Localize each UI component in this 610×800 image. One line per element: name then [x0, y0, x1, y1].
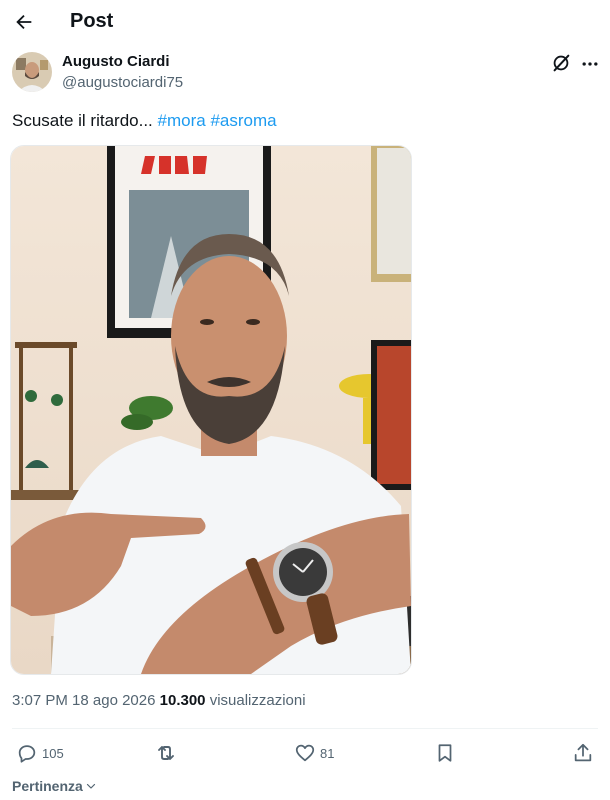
more-options-button[interactable]: [578, 52, 602, 76]
retweet-icon: [158, 746, 174, 760]
views-count: 10.300: [159, 692, 206, 709]
bookmark-button[interactable]: [434, 740, 456, 766]
retweet-button[interactable]: [154, 740, 178, 766]
views-label: visualizzazioni: [209, 692, 306, 709]
tweet-date[interactable]: 18 ago 2026: [72, 692, 155, 709]
tweet-body: Scusate il ritardo...: [12, 111, 153, 130]
author-handle[interactable]: @augustociardi75: [62, 74, 183, 91]
action-bar: 105 81: [0, 730, 610, 776]
replies-sort-dropdown[interactable]: Pertinenza: [12, 778, 97, 794]
grok-icon: [553, 54, 570, 72]
share-icon: [574, 743, 592, 762]
tweet-time[interactable]: 3:07 PM: [12, 692, 68, 709]
tweet-meta: 3:07 PM 18 ago 2026 10.300 visualizzazio…: [12, 692, 306, 709]
reply-button[interactable]: 105: [16, 740, 64, 766]
author-row: Augusto Ciardi @augustociardi75: [12, 52, 598, 94]
back-button[interactable]: [10, 8, 38, 36]
like-count: 81: [320, 745, 335, 761]
more-icon: [582, 62, 598, 66]
heart-icon: [295, 744, 315, 762]
top-bar: Post: [0, 0, 610, 44]
hashtag-mora[interactable]: #mora: [158, 111, 206, 130]
avatar[interactable]: [12, 52, 52, 92]
arrow-left-icon: [16, 14, 32, 30]
chevron-down-icon: [86, 783, 95, 789]
grok-button[interactable]: [550, 52, 574, 76]
author-name[interactable]: Augusto Ciardi: [62, 53, 170, 70]
hashtag-asroma[interactable]: #asroma: [210, 111, 276, 130]
bookmark-icon: [438, 744, 452, 762]
reply-count: 105: [42, 745, 64, 761]
like-button[interactable]: 81: [294, 740, 334, 766]
divider: [12, 728, 598, 729]
sort-label: Pertinenza: [12, 778, 83, 794]
comment-icon: [18, 745, 36, 763]
share-button[interactable]: [572, 740, 594, 766]
tweet-text: Scusate il ritardo... #mora #asroma: [12, 110, 277, 132]
tweet-photo[interactable]: [10, 145, 412, 675]
page-title: Post: [70, 10, 114, 32]
